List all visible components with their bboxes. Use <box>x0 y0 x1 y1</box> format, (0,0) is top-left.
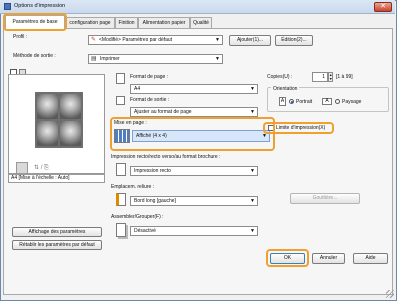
gutter-button[interactable]: Gouttière... <box>290 193 360 204</box>
landscape-icon: A <box>322 98 332 105</box>
chevron-down-icon: ▼ <box>250 198 255 204</box>
cancel-button[interactable]: Annuler <box>312 253 345 264</box>
tab-paper-source[interactable]: Alimentation papier <box>138 17 190 28</box>
profile-value: <Modifié> Paramètres par défaut <box>99 37 173 43</box>
portrait-icon: A <box>279 97 286 106</box>
output-method-label: Méthode de sortie : <box>13 53 56 59</box>
duplex-value: Impression recto <box>134 168 171 174</box>
tab-finishing[interactable]: Finition <box>115 17 138 28</box>
close-button[interactable]: ✕ <box>374 2 392 12</box>
view-settings-button[interactable]: Affichage des paramètres <box>12 227 102 237</box>
portrait-radio[interactable] <box>289 99 294 104</box>
duplex-select[interactable]: Impression recto ▼ <box>130 166 258 176</box>
output-size-label: Format de sortie : <box>130 97 170 103</box>
profile-label: Profil : <box>13 34 28 40</box>
binding-select[interactable]: Bord long [gauche] ▼ <box>130 196 258 206</box>
layout-select[interactable]: Affiché (4 x 4) ▼ <box>132 130 270 142</box>
binding-value: Bord long [gauche] <box>134 198 176 204</box>
chevron-down-icon: ▼ <box>250 109 255 115</box>
layout-label: Mise en page : <box>114 120 147 126</box>
tab-page-setup[interactable]: configuration page <box>65 17 115 28</box>
binding-icon <box>116 193 126 206</box>
copies-label: Copies(U) : <box>267 74 293 80</box>
title-bar: Options d'impression ✕ <box>0 0 395 14</box>
add-profile-button[interactable]: Ajouter(1)... <box>229 35 271 46</box>
page-size-value: A4 <box>134 86 141 92</box>
output-size-value: Ajuster au format de page <box>134 109 192 115</box>
chevron-down-icon: ▼ <box>250 86 255 92</box>
staple-icon: ⇅ / ⎘ <box>34 165 49 171</box>
copies-range: [1 à 99] <box>336 74 353 80</box>
duplex-label: Impression recto/recto verso/au format b… <box>111 154 221 160</box>
restore-defaults-button[interactable]: Rétablir les paramètres par défaut <box>12 240 102 250</box>
help-button[interactable]: Aide <box>353 253 388 264</box>
tab-basic-settings[interactable]: Paramètres de base <box>5 15 65 29</box>
tab-quality[interactable]: Qualité <box>190 17 212 28</box>
finishing-label: Assembler/Grouper(F) : <box>111 214 164 220</box>
stack-icon <box>16 162 28 174</box>
binding-label: Emplacem. reliure : <box>111 184 155 190</box>
window-title: Options d'impression <box>14 3 66 9</box>
pencil-icon: ✎ <box>91 37 97 43</box>
printer-icon: ▤ <box>91 56 97 62</box>
ok-button[interactable]: OK <box>270 253 305 264</box>
chevron-down-icon: ▼ <box>262 133 267 139</box>
orientation-label: Orientation <box>271 86 300 92</box>
page-size-icon <box>116 73 125 84</box>
duplex-icon <box>116 163 126 176</box>
copies-spinner[interactable]: ▲ ▼ <box>328 72 333 82</box>
portrait-label: Portrait <box>296 99 313 105</box>
edit-profile-button[interactable]: Édition(2)... <box>275 35 313 46</box>
collate-icon <box>116 223 126 237</box>
chevron-down-icon: ▼ <box>215 56 220 62</box>
landscape-radio[interactable] <box>335 99 340 104</box>
resize-grip-icon[interactable] <box>386 290 394 298</box>
layout-preview-image <box>35 92 83 148</box>
page-size-label: Format de page : <box>130 74 169 80</box>
profile-select[interactable]: ✎ <Modifié> Paramètres par défaut ▼ <box>88 35 223 45</box>
output-method-select[interactable]: ▤ Imprimer ▼ <box>88 54 223 64</box>
print-limit-checkbox[interactable] <box>268 125 274 131</box>
finishing-select[interactable]: Désactivé ▼ <box>130 226 258 236</box>
output-size-select[interactable]: Ajuster au format de page ▼ <box>130 107 258 117</box>
output-size-icon <box>116 96 125 105</box>
chevron-down-icon: ▼ <box>250 168 255 174</box>
landscape-label: Paysage <box>342 99 362 105</box>
finishing-value: Désactivé <box>134 228 156 234</box>
layout-grid-icon <box>114 129 130 143</box>
chevron-down-icon: ▼ <box>250 228 255 234</box>
print-limit-label: Limite d'impression(X) <box>276 125 326 131</box>
chevron-down-icon: ▼ <box>215 37 220 43</box>
preview-caption: A4 [Mise à l'échelle : Auto] <box>8 174 105 183</box>
copies-input[interactable]: 1 <box>312 72 328 82</box>
printer-app-icon <box>4 3 11 10</box>
layout-value: Affiché (4 x 4) <box>136 133 167 139</box>
page-size-select[interactable]: A4 ▼ <box>130 84 258 94</box>
